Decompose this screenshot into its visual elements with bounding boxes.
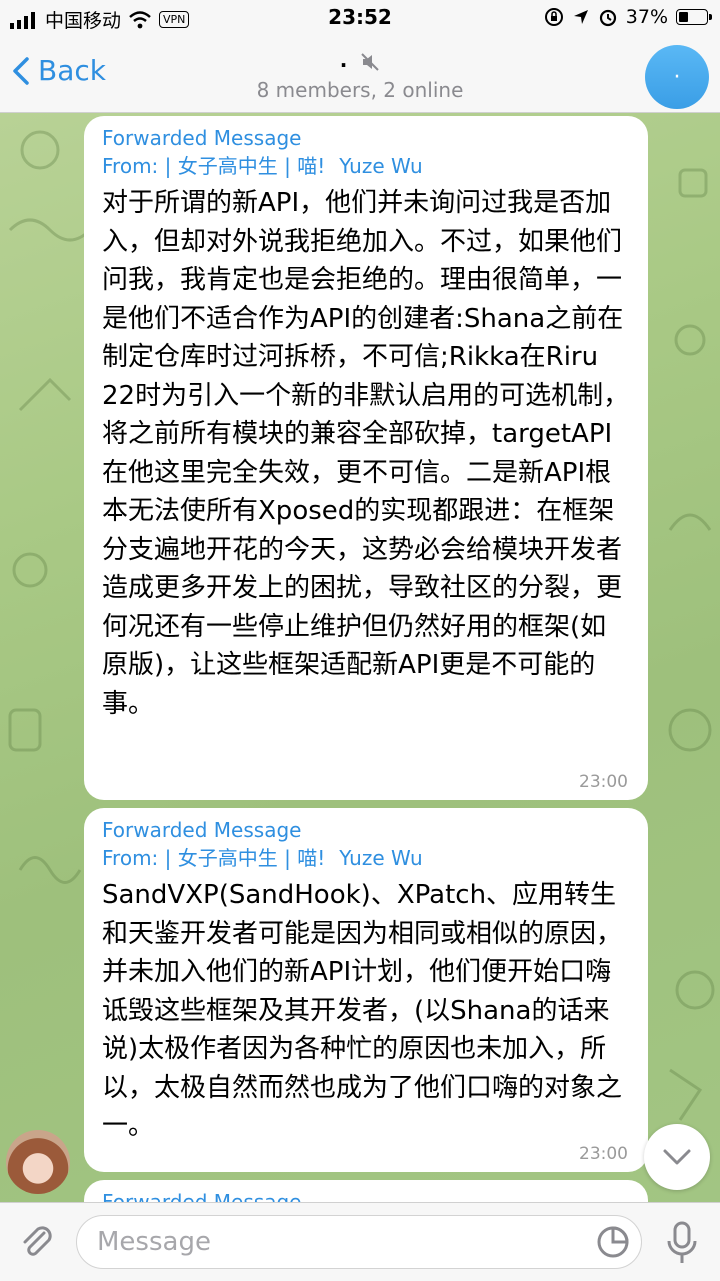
alarm-icon [599, 9, 616, 27]
forwarded-label: Forwarded Message [102, 818, 302, 842]
rotation-lock-icon [544, 8, 563, 26]
message-bubble[interactable]: Forwarded Message [84, 1180, 648, 1202]
composer-bar: Message [0, 1202, 720, 1281]
message-list[interactable]: Forwarded Message From: | 女子高中生 | 喵! Yuze… [0, 112, 720, 1202]
chat-subtitle: 8 members, 2 online [256, 78, 464, 102]
scroll-down-button[interactable] [644, 1124, 710, 1190]
message-time: 23:00 [579, 1144, 628, 1164]
message-bubble[interactable]: Forwarded Message From: | 女子高中生 | 喵! Yuze… [84, 116, 648, 800]
message-bubble[interactable]: Forwarded Message From: | 女子高中生 | 喵! Yuze… [84, 808, 648, 1172]
sticker-icon[interactable] [596, 1225, 630, 1259]
status-right: 37% [544, 6, 712, 28]
chat-title[interactable]: . [0, 48, 720, 72]
message-time: 23:00 [579, 772, 628, 792]
forwarded-label: Forwarded Message [102, 126, 302, 150]
forwarded-from[interactable]: From: | 女子高中生 | 喵! Yuze Wu [102, 152, 630, 180]
chat-header: Back . 8 members, 2 online · [0, 36, 720, 113]
muted-icon [361, 52, 379, 71]
attach-icon[interactable] [16, 1221, 56, 1261]
battery-icon [676, 9, 712, 25]
microphone-icon[interactable] [664, 1221, 700, 1265]
sender-avatar[interactable] [6, 1130, 70, 1194]
status-bar: 中国移动 VPN 23:52 37% [0, 0, 720, 36]
message-text: 对于所谓的新API，他们并未询问过我是否加入，但却对外说我拒绝加入。不过，如果他… [102, 188, 630, 719]
location-icon [573, 10, 588, 24]
chevron-down-icon [663, 1149, 691, 1165]
forwarded-from[interactable]: From: | 女子高中生 | 喵! Yuze Wu [102, 844, 630, 872]
forwarded-label: Forwarded Message [102, 1190, 302, 1202]
message-input[interactable]: Message [76, 1215, 642, 1269]
group-avatar[interactable]: · [645, 45, 709, 109]
message-text: SandVXP(SandHook)、XPatch、应用转生和天鉴开发者可能是因为… [102, 880, 623, 1141]
battery-percent: 37% [625, 6, 668, 28]
